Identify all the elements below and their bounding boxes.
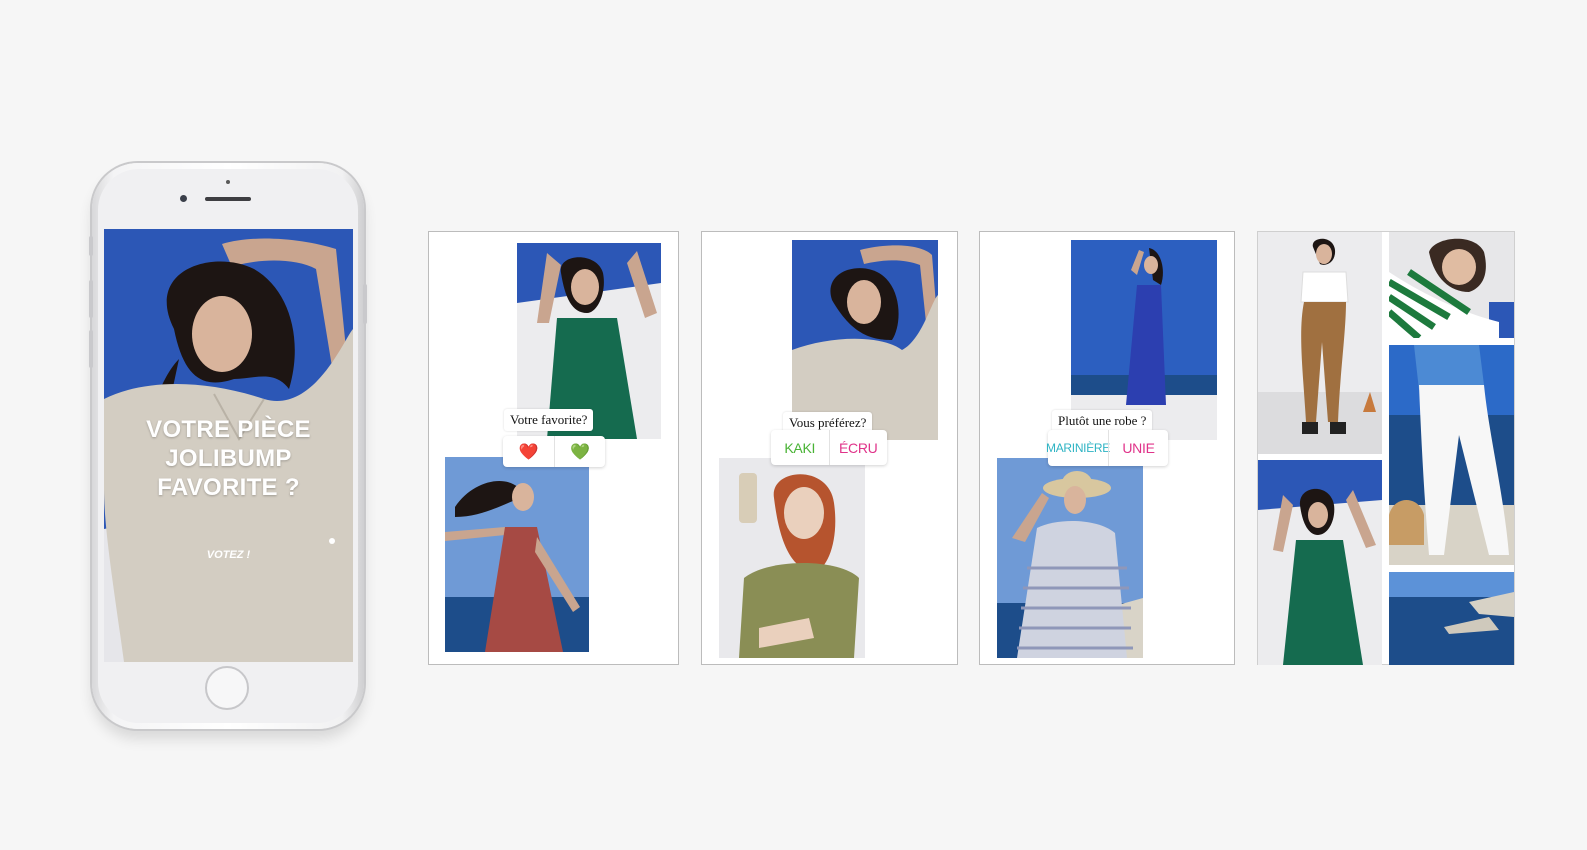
volume-up-button[interactable] — [89, 280, 93, 318]
poll-1-option-red-heart-icon[interactable]: ❤️ — [503, 436, 554, 467]
home-button[interactable] — [205, 666, 249, 710]
volume-down-button[interactable] — [89, 330, 93, 368]
front-sensor — [226, 180, 230, 184]
grid-photo-leopard-leggings — [1258, 232, 1382, 454]
poll-1-option-green-heart-icon[interactable]: 💚 — [553, 436, 606, 467]
grid-photo-sea-rocks — [1389, 572, 1514, 665]
poll-question-3: Plutôt une robe ? — [1052, 410, 1153, 432]
vote-link[interactable]: VOTEZ ! — [104, 549, 353, 561]
power-button[interactable] — [363, 284, 367, 324]
front-camera-icon — [180, 195, 187, 202]
story-title: VOTRE PIÈCE JOLIBUMP FAVORITE ? — [146, 416, 311, 501]
poll-1: ❤️ 💚 — [503, 436, 605, 467]
poll-3: MARINIÈRE UNIE — [1046, 430, 1168, 466]
poll-2-option-kaki[interactable]: KAKI — [771, 430, 829, 465]
grid-photo-striped-top — [1389, 232, 1514, 338]
grid-photo-green-dress — [1258, 460, 1382, 665]
poll-3-option-mariniere[interactable]: MARINIÈRE — [1046, 430, 1110, 466]
phone-screen[interactable]: VOTRE PIÈCE JOLIBUMP FAVORITE ? VOTEZ ! — [104, 229, 353, 662]
photo-beige-shirt — [792, 240, 938, 440]
earpiece-speaker — [205, 197, 251, 201]
photo-striped-dress-hat — [997, 458, 1143, 658]
grid-photo-white-jeans — [1389, 345, 1514, 565]
poll-question-1: Votre favorite? — [504, 409, 594, 431]
poll-3-option-unie[interactable]: UNIE — [1108, 430, 1168, 466]
mute-switch[interactable] — [89, 236, 93, 256]
poll-2-option-ecru[interactable]: ÉCRU — [828, 430, 888, 465]
poll-2: KAKI ÉCRU — [771, 430, 887, 465]
photo-khaki-shirt — [719, 458, 865, 658]
photo-red-dress — [445, 457, 589, 652]
